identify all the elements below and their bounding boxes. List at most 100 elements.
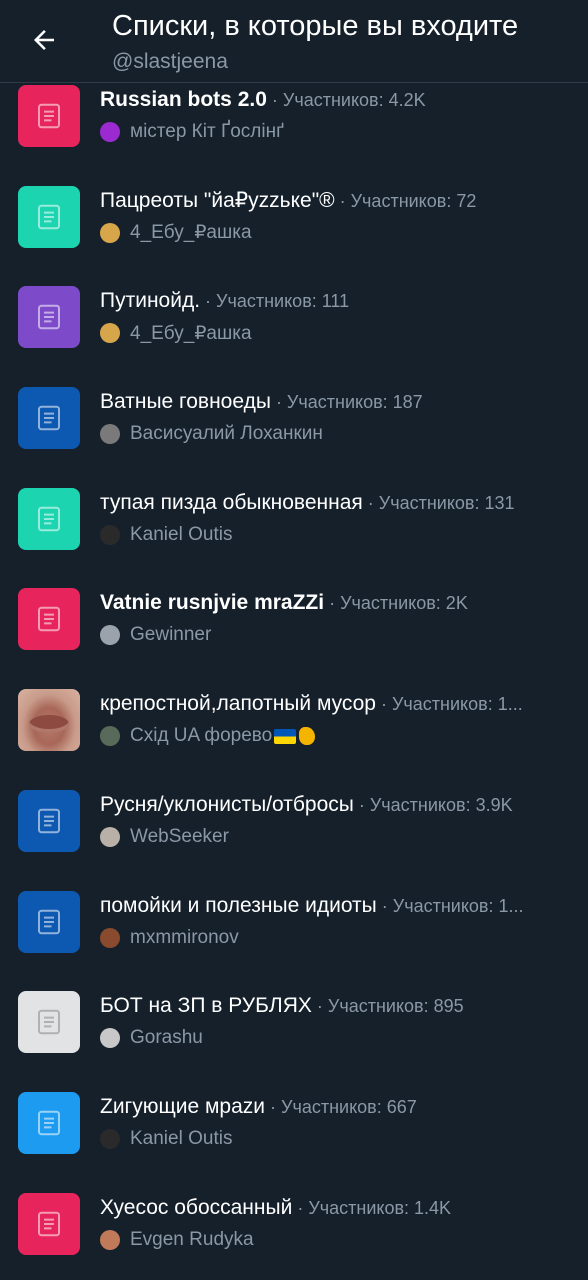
list-name: тупая пизда обыкновенная [100, 490, 363, 514]
avatar [100, 1028, 120, 1049]
member-count: · Участников: 111 [200, 291, 350, 312]
owner-name: 4_Ебу_₽ашка [130, 222, 252, 244]
list-owner: Evgen Rudyka [100, 1226, 254, 1254]
list-owner: Kaniel Outis [100, 521, 232, 549]
member-count: · Участников: 1... [376, 895, 524, 916]
list-banner [18, 387, 80, 450]
list-owner: містер Кіт Ґослінґ [100, 118, 284, 146]
member-count: · Участников: 1.4K [292, 1197, 452, 1218]
list-item[interactable]: Русня/уклонисты/отбросы · Участников: 3.… [0, 763, 588, 864]
list-title-line: Vatnie rusnjvie mraZZi · Участников: 2K [100, 588, 584, 618]
list-item[interactable]: тупая пизда обыкновенная · Участников: 1… [0, 461, 588, 562]
avatar [100, 524, 120, 545]
list-owner: 4_Ебу_₽ашка [100, 319, 252, 347]
flexed-biceps-icon [299, 727, 316, 746]
owner-name: 4_Ебу_₽ашка [130, 322, 252, 344]
list-title-line: помойки и полезные идиоты · Участников: … [100, 891, 584, 921]
list-title-line: Ватные говноеды · Участников: 187 [100, 387, 584, 417]
member-count: · Участников: 4.2K [266, 90, 426, 110]
lists-container: Russian bots 2.0 · Участников: 4.2K місте… [0, 58, 588, 1266]
member-count: · Участников: 2K [324, 593, 468, 614]
list-owner: Gorashu [100, 1024, 203, 1052]
list-item[interactable]: Хуесос обоссанный · Участников: 1.4K Evge… [0, 1166, 588, 1267]
back-button[interactable] [22, 20, 66, 60]
owner-name: Kaniel Outis [130, 523, 233, 545]
list-owner: Схід UA форево [100, 722, 316, 750]
list-owner: WebSeeker [100, 823, 229, 851]
list-name: крепостной,лапотный мусор [100, 692, 376, 716]
avatar [100, 222, 120, 243]
list-item[interactable]: Пацреоты "йа₽yzzьке"® · Участников: 72 4_… [0, 159, 588, 260]
list-banner [18, 487, 80, 550]
list-item[interactable]: Zигующие мраzи · Участников: 667 Kaniel O… [0, 1065, 588, 1166]
list-title-line: Zигующие мраzи · Участников: 667 [100, 1092, 584, 1122]
list-name: Хуесос обоссанный [100, 1195, 293, 1219]
lips-photo [29, 715, 69, 734]
avatar [100, 122, 120, 142]
avatar [100, 726, 120, 747]
list-icon [38, 607, 60, 632]
list-item[interactable]: БОТ на ЗП в РУБЛЯХ · Участников: 895 Gora… [0, 964, 588, 1065]
arrow-left-icon [34, 30, 54, 50]
list-item[interactable]: Путинойд. · Участников: 111 4_Ебу_₽ашка [0, 259, 588, 360]
list-icon [38, 103, 60, 129]
owner-name: Gorashu [130, 1027, 203, 1049]
list-banner [18, 588, 80, 651]
list-icon [38, 808, 60, 834]
avatar [100, 424, 120, 445]
list-banner [18, 1091, 80, 1154]
list-title-line: Russian bots 2.0 · Участников: 4.2K [100, 85, 584, 115]
list-item[interactable]: Ватные говноеды · Участников: 187 Васисуа… [0, 360, 588, 461]
list-item[interactable]: помойки и полезные идиоты · Участников: … [0, 864, 588, 965]
list-icon [38, 405, 60, 431]
list-title-line: крепостной,лапотный мусор · Участников: … [100, 689, 584, 719]
list-title-line: тупая пизда обыкновенная · Участников: 1… [100, 488, 584, 518]
list-banner [18, 85, 80, 147]
member-count: · Участников: 131 [362, 492, 515, 513]
avatar [100, 323, 120, 344]
list-owner: mxmmironov [100, 924, 239, 952]
list-name: Русня/уклонисты/отбросы [100, 792, 354, 816]
list-banner [18, 789, 80, 852]
list-owner: Kaniel Outis [100, 1125, 232, 1153]
list-name: Ватные говноеды [100, 390, 271, 414]
list-icon [38, 506, 60, 531]
list-title-line: Русня/уклонисты/отбросы · Участников: 3.… [100, 790, 584, 820]
owner-name: mxmmironov [130, 926, 239, 948]
list-banner [18, 185, 80, 248]
list-icon [38, 305, 60, 330]
owner-name: Gewinner [130, 624, 212, 646]
member-count: · Участников: 72 [334, 190, 477, 211]
lists-membership-screen: Списки, в которые вы входите @slastjeena… [0, 0, 588, 1280]
list-name: Vatnie rusnjvie mraZZi [100, 591, 325, 615]
member-count: · Участников: 895 [311, 996, 464, 1017]
ukraine-flag-icon [274, 728, 297, 744]
list-banner-photo [18, 689, 80, 752]
member-count: · Участников: 1... [375, 694, 523, 715]
list-banner [18, 1192, 80, 1255]
list-name: Russian bots 2.0 [100, 88, 267, 111]
list-icon [38, 204, 60, 229]
page-title: Списки, в которые вы входите [112, 10, 519, 42]
list-item[interactable]: Vatnie rusnjvie mraZZi · Участников: 2K G… [0, 561, 588, 662]
list-name: Пацреоты "йа₽yzzьке"® [100, 188, 335, 212]
list-owner: Васисуалий Лоханкин [100, 420, 323, 448]
list-banner [18, 991, 80, 1054]
list-item[interactable]: крепостной,лапотный мусор · Участников: … [0, 662, 588, 763]
list-title-line: Хуесос обоссанный · Участников: 1.4K [100, 1193, 584, 1223]
list-icon [38, 1211, 60, 1236]
owner-name: Evgen Rudyka [130, 1228, 254, 1250]
list-name: помойки и полезные идиоты [100, 893, 377, 917]
list-name: БОТ на ЗП в РУБЛЯХ [100, 994, 312, 1018]
owner-name: Васисуалий Лоханкин [130, 423, 323, 445]
avatar [100, 1128, 120, 1149]
list-title-line: Путинойд. · Участников: 111 [100, 286, 584, 316]
owner-name: Kaniel Outis [130, 1127, 233, 1149]
avatar [100, 625, 120, 646]
list-icon [38, 909, 60, 934]
owner-name: містер Кіт Ґослінґ [130, 121, 284, 142]
avatar [100, 1229, 120, 1250]
list-owner: Gewinner [100, 621, 211, 649]
top-app-bar: Списки, в которые вы входите @slastjeena [0, 0, 588, 83]
avatar [100, 927, 120, 948]
